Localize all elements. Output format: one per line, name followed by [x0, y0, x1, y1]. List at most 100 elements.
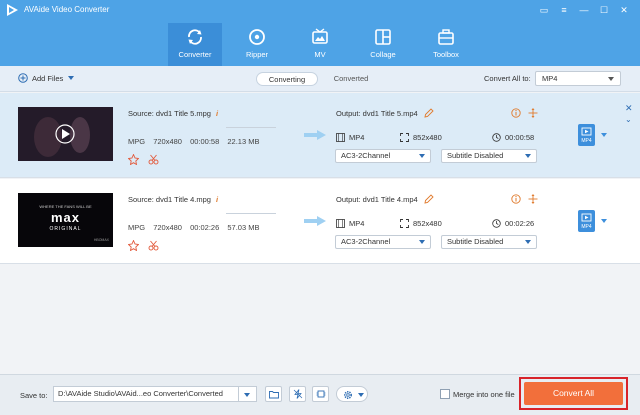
output-duration-value: 00:02:26	[505, 219, 535, 228]
tab-mv-label: MV	[314, 50, 326, 59]
enhance-icon[interactable]	[128, 240, 139, 251]
chevron-down-icon	[244, 393, 250, 397]
edit-icon[interactable]	[424, 194, 434, 204]
minimize-icon[interactable]: —	[576, 3, 592, 17]
chat-icon[interactable]: ▭	[536, 3, 552, 17]
maximize-icon[interactable]: ☐	[596, 3, 612, 17]
output-format-value: MP4	[349, 133, 365, 142]
remove-file-icon[interactable]: ✕	[625, 103, 633, 114]
settings-button[interactable]	[336, 386, 368, 402]
thumbnail-caption: WHERE THE FANS WILL BE	[39, 204, 92, 209]
convert-all-format-select[interactable]: MP4	[535, 71, 621, 86]
output-format-badge-label: MP4	[581, 138, 592, 144]
audio-track-value: AC3-2Channel	[341, 151, 391, 160]
tab-toolbox[interactable]: Toolbox	[419, 23, 473, 66]
source-format: MPG	[128, 137, 146, 146]
audio-track-select[interactable]: AC3-2Channel	[335, 149, 431, 163]
output-resolution: 852x480	[400, 219, 442, 228]
video-thumbnail[interactable]: WHERE THE FANS WILL BE max ORIGINAL HBOM…	[18, 193, 113, 247]
convert-all-to-label: Convert All to:	[484, 74, 531, 83]
mv-icon	[312, 28, 328, 44]
merge-checkbox[interactable]	[440, 389, 450, 399]
output-format-badge[interactable]: MP4	[578, 124, 595, 146]
file-row[interactable]: Source: dvd1 Title 5.mpg i MPG 720x480 00…	[0, 93, 640, 178]
chevron-down-icon	[608, 77, 614, 81]
chevron-down-icon[interactable]	[601, 133, 607, 137]
chevron-down-icon	[419, 240, 425, 244]
cut-icon[interactable]	[148, 240, 159, 251]
row-divider	[226, 213, 276, 214]
tab-mv[interactable]: MV	[293, 23, 347, 66]
info-icon[interactable]: i	[216, 195, 218, 204]
open-folder-button[interactable]	[265, 386, 282, 402]
app-logo-icon	[7, 4, 18, 16]
row-divider	[226, 127, 276, 128]
merge-label: Merge into one file	[453, 390, 515, 399]
output-format-value: MP4	[349, 219, 365, 228]
info-icon[interactable]: i	[216, 109, 218, 118]
tab-converting[interactable]: Converting	[256, 72, 318, 86]
source-duration: 00:02:26	[190, 223, 220, 232]
converter-icon	[188, 29, 202, 45]
video-file-icon	[581, 127, 592, 136]
chevron-down-icon[interactable]	[601, 219, 607, 223]
save-path-field[interactable]: D:\AVAide Studio\AVAid...eo Converter\Co…	[53, 386, 239, 402]
output-filename: Output: dvd1 Title 5.mp4	[336, 109, 418, 118]
resize-icon	[400, 219, 409, 228]
tab-converter[interactable]: Converter	[168, 23, 222, 66]
tab-toolbox-label: Toolbox	[433, 50, 459, 59]
clock-icon	[492, 219, 501, 228]
hardware-accel-off-button[interactable]	[289, 386, 306, 402]
compress-icon[interactable]	[528, 194, 538, 204]
clock-icon	[492, 133, 501, 142]
gpu-accel-button[interactable]	[312, 386, 329, 402]
chevron-down-icon[interactable]	[67, 75, 75, 81]
info-circle-icon[interactable]	[511, 108, 521, 118]
chevron-up-icon[interactable]: ⌄	[625, 115, 632, 124]
tab-converter-label: Converter	[178, 50, 212, 59]
info-circle-icon[interactable]	[511, 194, 521, 204]
source-filename: Source: dvd1 Title 4.mpg i	[128, 195, 218, 204]
source-resolution: 720x480	[153, 137, 182, 146]
subtitle-select[interactable]: Subtitle Disabled	[441, 149, 537, 163]
file-row[interactable]: WHERE THE FANS WILL BE max ORIGINAL HBOM…	[0, 179, 640, 264]
source-meta: MPG 720x480 00:00:58 22.13 MB	[128, 137, 265, 146]
close-icon[interactable]: ✕	[616, 3, 632, 17]
convert-all-button[interactable]: Convert All	[524, 382, 623, 405]
tab-converted[interactable]: Converted	[321, 72, 381, 86]
output-format-badge[interactable]: MP4	[578, 210, 595, 232]
collage-icon	[375, 29, 391, 45]
enhance-icon[interactable]	[128, 154, 139, 165]
title-bar: AVAide Video Converter ▭ ≡ — ☐ ✕ Convert…	[0, 0, 640, 66]
subtitle-value: Subtitle Disabled	[447, 237, 504, 246]
video-file-icon	[581, 213, 592, 222]
tab-collage[interactable]: Collage	[356, 23, 410, 66]
video-thumbnail[interactable]	[18, 107, 113, 161]
lightning-off-icon	[293, 389, 302, 399]
output-duration: 00:02:26	[492, 219, 534, 228]
subtitle-select[interactable]: Subtitle Disabled	[441, 235, 537, 249]
chevron-down-icon	[525, 240, 531, 244]
tab-collage-label: Collage	[370, 50, 396, 59]
tab-ripper[interactable]: Ripper	[230, 23, 284, 66]
output-format: MP4	[336, 219, 364, 228]
compress-icon[interactable]	[528, 108, 538, 118]
output-resolution-value: 852x480	[413, 219, 442, 228]
add-files-label: Add Files	[32, 73, 64, 83]
film-icon	[336, 219, 345, 228]
edit-icon[interactable]	[424, 108, 434, 118]
menu-icon[interactable]: ≡	[556, 3, 572, 17]
source-meta: MPG 720x480 00:02:26 57.03 MB	[128, 223, 265, 232]
audio-track-value: AC3-2Channel	[341, 237, 391, 246]
source-filename: Source: dvd1 Title 5.mpg i	[128, 109, 218, 118]
chevron-down-icon	[358, 393, 364, 397]
audio-track-select[interactable]: AC3-2Channel	[335, 235, 431, 249]
gear-icon	[343, 390, 353, 400]
tab-ripper-label: Ripper	[245, 50, 269, 59]
save-path-dropdown[interactable]	[239, 386, 257, 402]
source-format: MPG	[128, 223, 146, 232]
thumbnail-image	[18, 107, 113, 161]
toolbar: Add Files Converting Converted Convert A…	[0, 66, 640, 92]
add-files-button[interactable]: Add Files	[18, 73, 75, 83]
cut-icon[interactable]	[148, 154, 159, 165]
